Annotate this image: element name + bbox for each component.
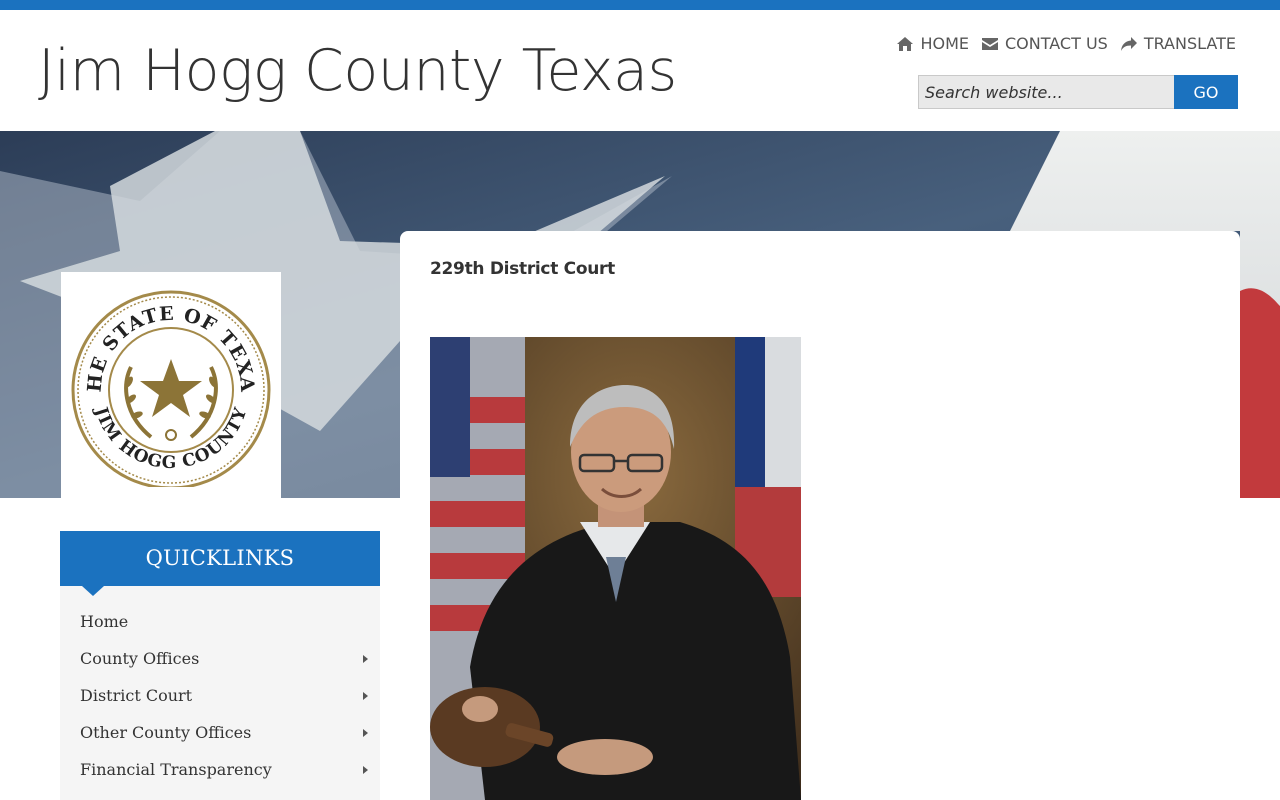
quicklinks-heading: QUICKLINKS <box>60 531 380 586</box>
nav-contact-label: CONTACT US <box>1004 34 1108 53</box>
quicklink-financial-transparency[interactable]: Financial Transparency <box>60 751 380 788</box>
nav-home-link[interactable]: HOME <box>896 34 969 53</box>
search-go-button[interactable]: GO <box>1174 75 1238 109</box>
quicklinks-heading-pointer <box>82 586 104 596</box>
page-title: 229th District Court <box>430 259 615 279</box>
quicklink-district-court[interactable]: District Court <box>60 677 380 714</box>
quicklink-other-county-offices[interactable]: Other County Offices <box>60 714 380 751</box>
site-header: Jim Hogg County Texas HOME CONTACT US TR… <box>0 10 1280 131</box>
quicklink-label: Home <box>80 612 129 631</box>
quicklink-home[interactable]: Home <box>60 603 380 640</box>
judge-portrait-image <box>430 337 801 800</box>
search-form: GO <box>918 75 1238 109</box>
caret-right-icon[interactable] <box>363 728 368 737</box>
caret-right-icon[interactable] <box>363 654 368 663</box>
caret-right-icon[interactable] <box>363 765 368 774</box>
quicklink-county-offices[interactable]: County Offices <box>60 640 380 677</box>
top-accent-bar <box>0 0 1280 10</box>
top-navigation: HOME CONTACT US TRANSLATE <box>896 34 1236 53</box>
quicklink-label: District Court <box>80 686 193 705</box>
share-icon <box>1120 36 1137 51</box>
main-content: 229th District Court <box>400 231 1240 800</box>
quicklinks-panel: QUICKLINKS Home County Offices District … <box>60 531 380 800</box>
caret-right-icon[interactable] <box>363 691 368 700</box>
quicklink-label: County Offices <box>80 649 200 668</box>
envelope-icon <box>981 37 998 50</box>
search-input[interactable] <box>918 75 1174 109</box>
quicklinks-list: Home County Offices District Court Other… <box>60 603 380 788</box>
home-icon <box>897 36 914 51</box>
nav-translate-label: TRANSLATE <box>1143 34 1236 53</box>
site-title[interactable]: Jim Hogg County Texas <box>38 38 677 104</box>
texas-seal-icon: THE STATE OF TEXAS JIM HOGG COUNTY <box>71 287 271 487</box>
quicklink-label: Other County Offices <box>80 723 252 742</box>
nav-contact-link[interactable]: CONTACT US <box>981 34 1108 53</box>
county-seal: THE STATE OF TEXAS JIM HOGG COUNTY <box>61 272 281 498</box>
nav-translate-link[interactable]: TRANSLATE <box>1120 34 1236 53</box>
quicklink-label: Financial Transparency <box>80 760 272 779</box>
nav-home-label: HOME <box>920 34 969 53</box>
